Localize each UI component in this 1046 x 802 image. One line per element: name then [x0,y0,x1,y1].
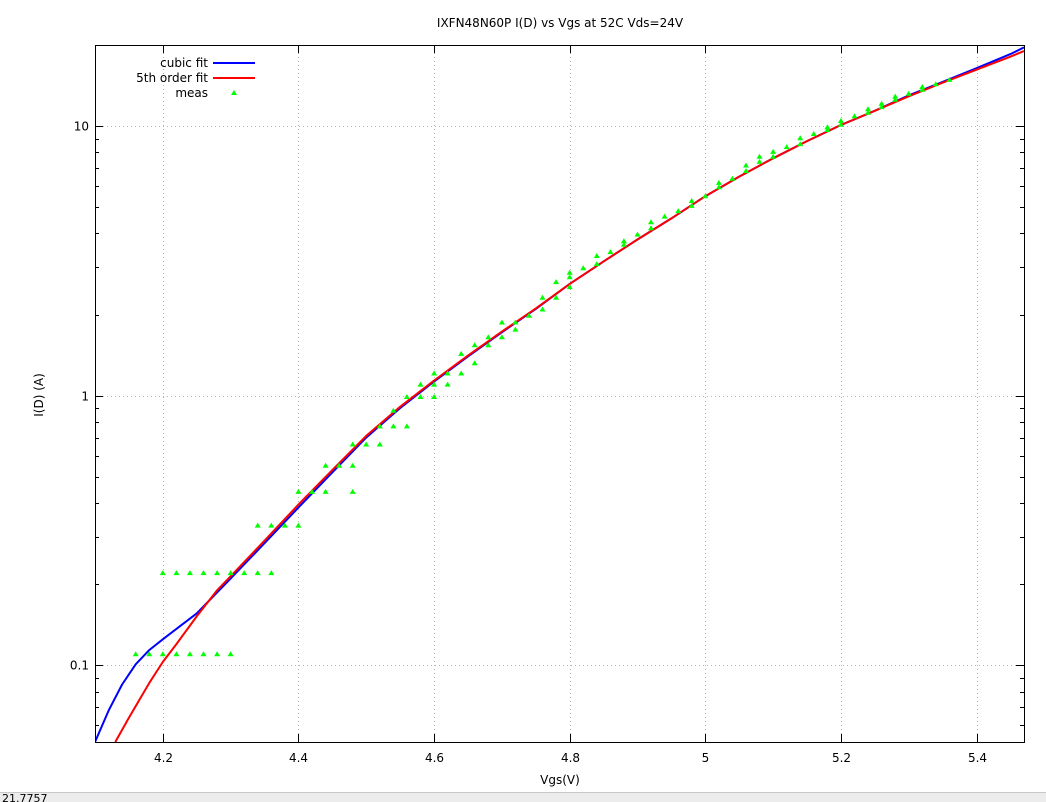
y-tick-label: 0.1 [70,659,89,673]
x-tick-label: 4.8 [561,751,580,765]
x-tick-label: 5 [702,751,710,765]
plot-area: 4.2 4.4 4.6 4.8 5 5.2 5.4 0.1 1 10 IXFN48N60P I(D… [0,0,1046,792]
y-axis-label: I(D) (A) [32,373,46,417]
y-tick-label: 10 [74,120,89,134]
y-tick-label: 1 [81,390,89,404]
x-tick-label: 5.2 [832,751,851,765]
plot-background [0,0,1046,792]
x-tick-label: 5.4 [968,751,987,765]
x-tick-label: 4.2 [154,751,173,765]
chart-title: IXFN48N60P I(D) vs Vgs at 52C Vds=24V [437,16,684,30]
x-tick-label: 4.4 [289,751,308,765]
legend-label-5th-order-fit: 5th order fit [136,71,208,85]
x-tick-label: 4.6 [425,751,444,765]
legend-label-cubic-fit: cubic fit [160,56,208,70]
legend-label-meas: meas [175,86,208,100]
x-axis-label: Vgs(V) [540,773,580,787]
